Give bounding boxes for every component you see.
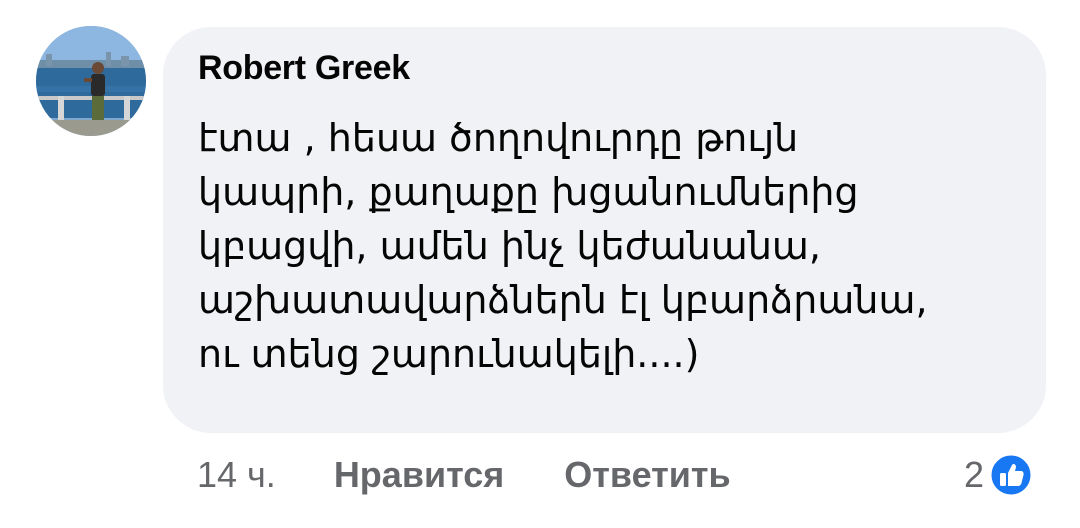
avatar[interactable] [36,26,146,136]
comment-text-line: կապրի, քաղաքը խցանումներից [198,170,859,214]
comment-text: էտա , հեսա ծողովուրդը թույն կապրի, քաղաք… [198,111,1028,381]
comment-bubble: Robert Greek էտա , հեսա ծողովուրդը թույն… [163,27,1046,433]
reactions-summary[interactable]: 2 [964,450,1034,500]
avatar-photo [36,26,146,136]
like-button[interactable]: Нравится [334,454,504,496]
reaction-count: 2 [964,454,985,495]
comment-actions: 14 ч. Нравится Ответить [197,450,731,500]
comment-text-line: կբացվի, ամեն ինչ կեժանանա, [198,224,821,268]
comment-text-line: աշխատավարձներն էլ կբարձրանա, [198,278,928,322]
timestamp[interactable]: 14 ч. [197,454,276,496]
author-name[interactable]: Robert Greek [198,49,410,88]
comment-text-line: էտա , հեսա ծողովուրդը թույն [198,116,799,160]
reply-button[interactable]: Ответить [564,454,730,496]
like-thumbs-up-icon [988,452,1034,498]
comment-text-line: ու տենց շարունակելի....) [198,332,700,376]
